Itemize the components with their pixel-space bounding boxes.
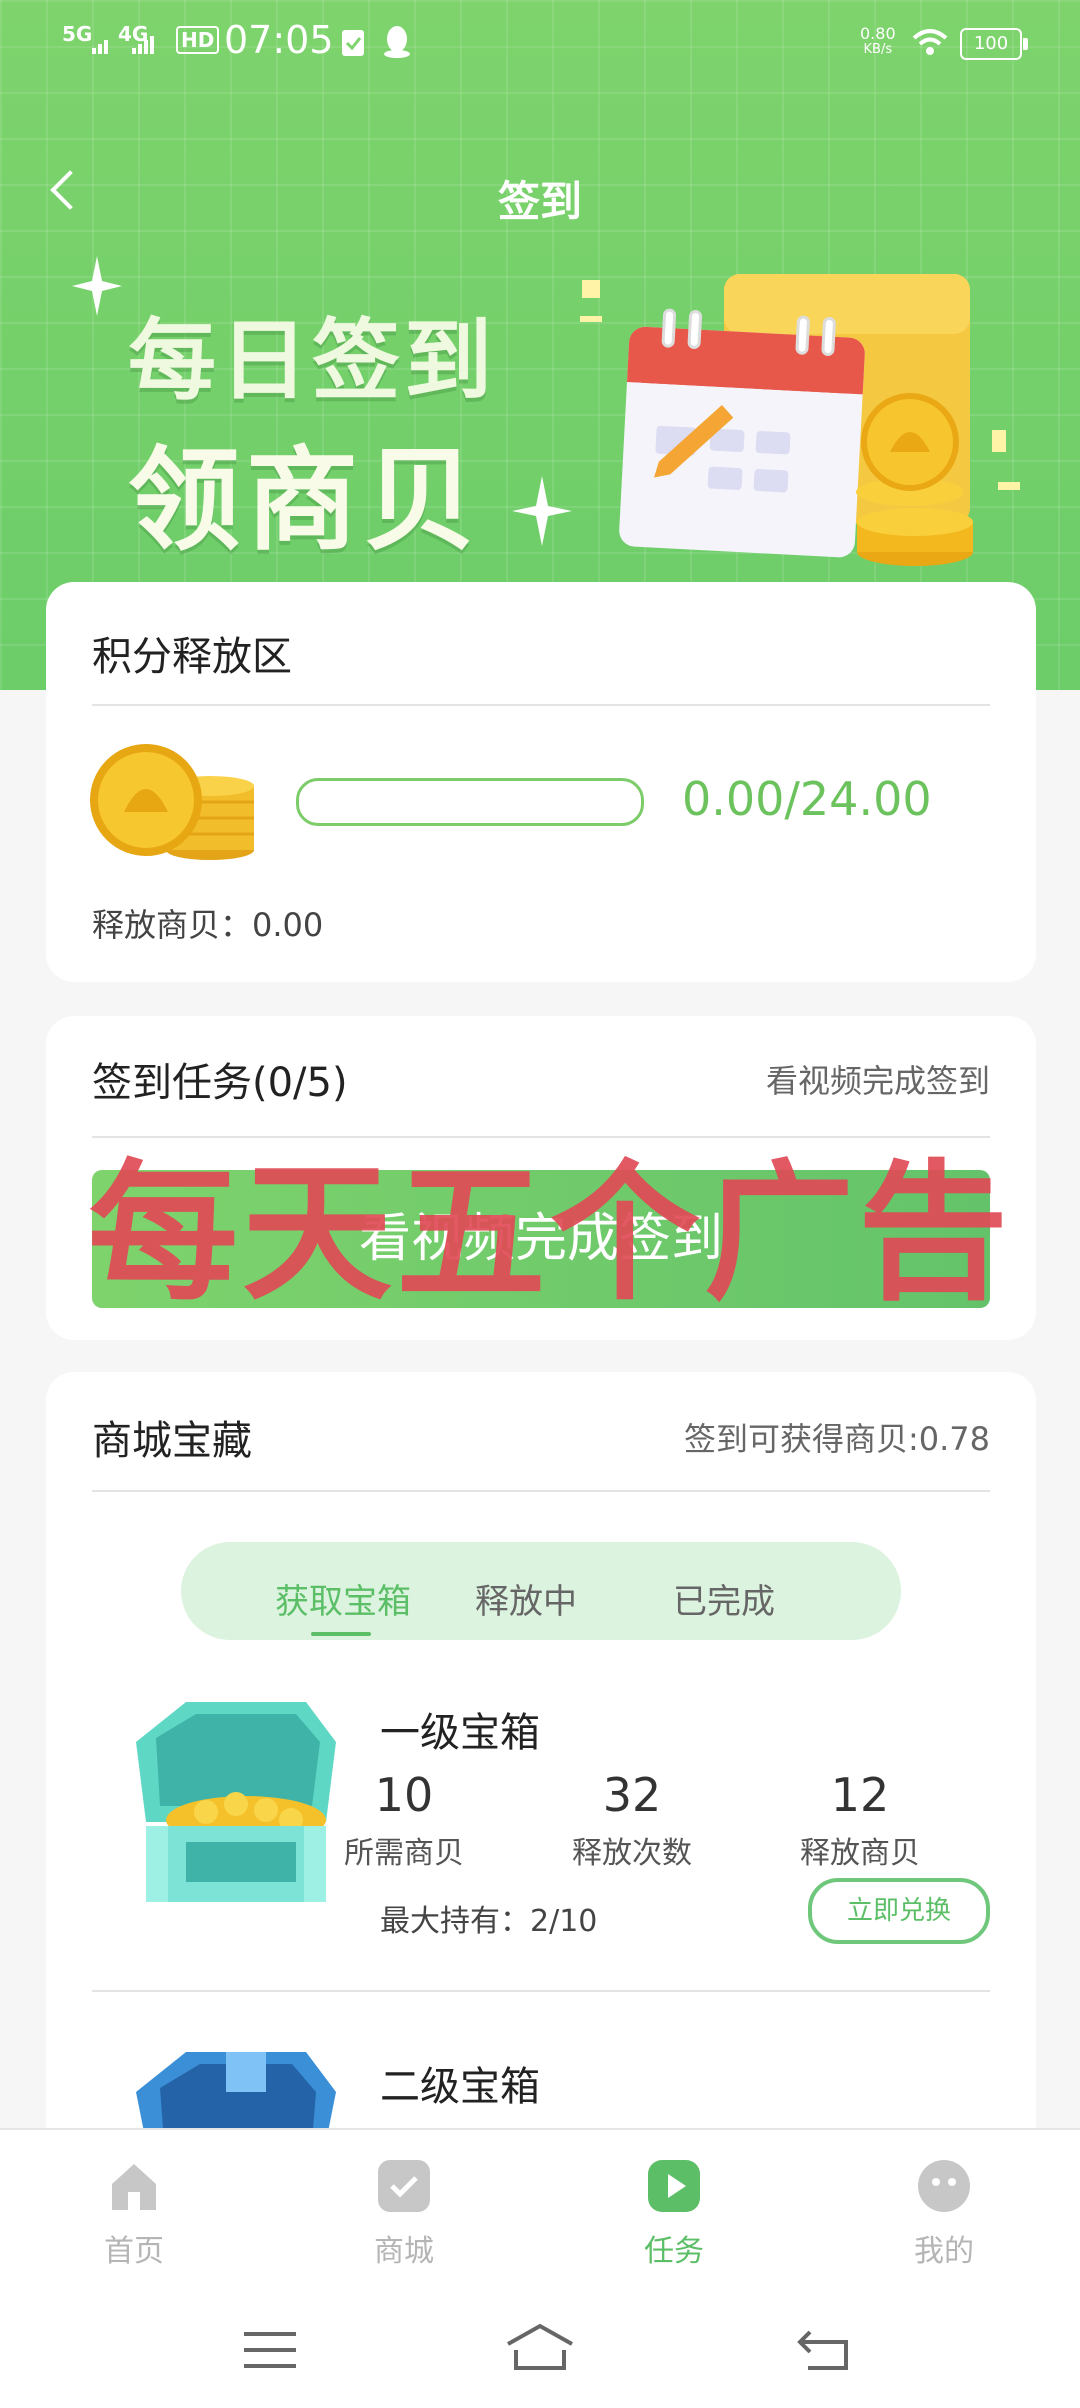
nav-profile-label: 我的 — [914, 2234, 974, 2269]
tab-get-chest[interactable]: 获取宝箱 — [275, 1574, 411, 1623]
stat-release-count-label: 释放次数 — [572, 1836, 692, 1871]
card-divider-3 — [92, 1490, 990, 1492]
menu-icon[interactable] — [244, 2328, 296, 2376]
stat-release-amount-value: 12 — [830, 1768, 890, 1822]
banner-subheadline: 领商贝 — [128, 436, 482, 566]
signal-bars-icon — [92, 36, 112, 58]
nav-mall[interactable]: 商城 — [324, 2160, 484, 2270]
nav-profile[interactable]: 我的 — [864, 2160, 1024, 2270]
treasure-title: 商城宝藏 — [92, 1418, 252, 1464]
checkin-task-title: 签到任务(0/5) — [92, 1060, 348, 1106]
release-progress-text: 0.00/24.00 — [682, 772, 932, 826]
sparkle-icon-2 — [512, 476, 572, 550]
ad-annotation-overlay: 每天五个广告 — [88, 1147, 1013, 1321]
hd-badge: HD — [176, 26, 220, 54]
battery-indicator: 100 — [960, 28, 1028, 60]
chest-name-2: 二级宝箱 — [380, 2064, 540, 2110]
card-divider — [92, 704, 990, 706]
checkin-task-hint: 看视频完成签到 — [765, 1062, 990, 1100]
home-icon — [108, 2160, 160, 2212]
banner-headline: 每日签到 — [128, 309, 497, 412]
release-progress-bar — [296, 778, 644, 826]
clock: 07:05 — [224, 18, 334, 62]
nav-home-label: 首页 — [104, 2234, 164, 2269]
active-tab-indicator — [311, 1632, 371, 1636]
stat-release-amount-label: 释放商贝 — [800, 1836, 920, 1871]
home-system-icon[interactable] — [504, 2322, 576, 2376]
stat-required-value: 10 — [374, 1768, 434, 1822]
points-release-card: 积分释放区 0.00/24.00 释放商贝：0.00 — [46, 582, 1036, 982]
status-bar: 5G 4G HD 07:05 0.80 KB/s 100 — [0, 0, 1080, 86]
mall-calendar-icon — [378, 2160, 430, 2212]
stat-required-label: 所需商贝 — [344, 1836, 464, 1871]
system-navigation-bar — [0, 2288, 1080, 2408]
treasure-tabs: 获取宝箱 释放中 已完成 — [181, 1542, 901, 1640]
nav-tasks[interactable]: 任务 — [594, 2160, 754, 2270]
play-icon — [648, 2160, 700, 2212]
coins-stack-icon — [90, 742, 260, 866]
tab-releasing[interactable]: 释放中 — [475, 1574, 577, 1623]
clipboard-check-icon — [340, 26, 366, 62]
chest-name: 一级宝箱 — [380, 1710, 540, 1756]
nav-tasks-label: 任务 — [644, 2234, 704, 2269]
bottom-navigation: 首页 商城 任务 我的 — [0, 2128, 1080, 2290]
net-speed-value: 0.80 — [860, 24, 896, 43]
network-speed: 0.80 KB/s — [860, 26, 896, 58]
treasure-reward-hint: 签到可获得商贝:0.78 — [683, 1420, 990, 1458]
net-speed-unit: KB/s — [863, 42, 893, 57]
points-release-title: 积分释放区 — [92, 634, 292, 680]
back-system-icon[interactable] — [796, 2326, 850, 2376]
signal-5g: 5G — [62, 22, 93, 46]
max-holding: 最大持有：2/10 — [380, 1904, 598, 1939]
qq-penguin-icon — [382, 24, 412, 62]
nav-mall-label: 商城 — [374, 2234, 434, 2269]
stat-release-count-value: 32 — [602, 1768, 662, 1822]
page-title: 签到 — [497, 177, 582, 226]
redeem-now-button[interactable]: 立即兑换 — [808, 1878, 990, 1944]
signal-bars-icon-2 — [132, 36, 158, 58]
wifi-icon — [912, 28, 948, 60]
calendar-coins-illustration — [580, 252, 1030, 576]
tab-completed[interactable]: 已完成 — [673, 1574, 775, 1623]
sparkle-icon — [72, 256, 122, 320]
stat-release-count: 32 释放次数 — [532, 1768, 732, 1872]
nav-home[interactable]: 首页 — [54, 2160, 214, 2270]
profile-face-icon — [918, 2160, 970, 2212]
item-divider — [92, 1990, 990, 1992]
stat-required: 10 所需商贝 — [304, 1768, 504, 1872]
released-amount: 释放商贝：0.00 — [92, 906, 324, 944]
stat-release-amount: 12 释放商贝 — [760, 1768, 960, 1872]
